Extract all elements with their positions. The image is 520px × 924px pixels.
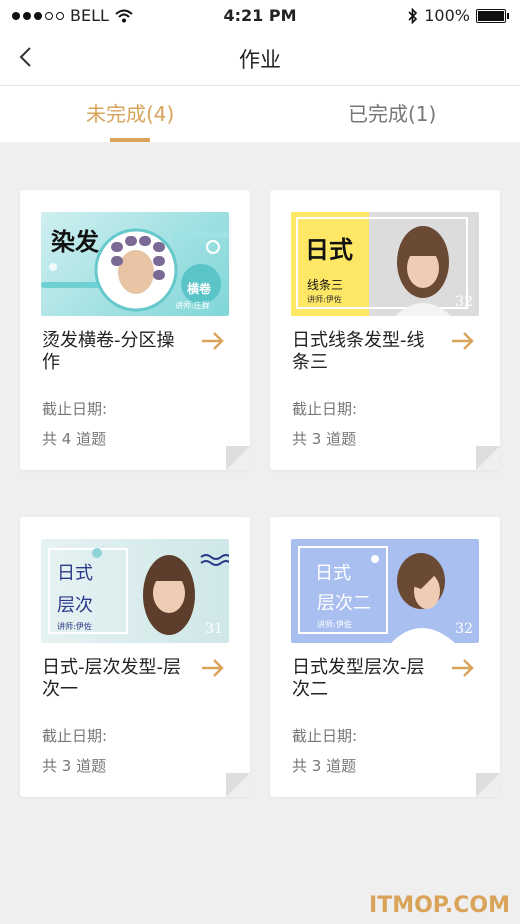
question-count: 共 4 道题 — [42, 430, 107, 448]
thumbnail-subtitle: 层次二 — [317, 593, 371, 614]
thumbnail-teacher: 讲师:庄群 — [175, 301, 210, 310]
homework-card[interactable]: 染发 横卷 讲师:庄群 烫发横卷-分区操作 截止日期: 共 4 道题 — [20, 190, 250, 470]
active-tab-indicator — [110, 138, 150, 142]
page-fold-icon — [476, 446, 500, 470]
battery-percent: 100% — [424, 6, 470, 25]
tab-completed[interactable]: 已完成(1) — [348, 98, 436, 127]
status-right: 100% — [408, 6, 509, 25]
homework-card[interactable]: 日式 层次 讲师:伊佐 31 日式-层次发型-层次一 截止日期: 共 3 道题 — [20, 517, 250, 797]
thumbnail-teacher: 讲师:伊佐 — [307, 295, 342, 304]
card-title: 烫发横卷-分区操作 — [42, 330, 175, 373]
nav-bar: 作业 — [0, 32, 520, 86]
thumbnail-subtitle: 层次 — [57, 595, 93, 616]
thumbnail-teacher: 讲师:伊佐 — [57, 622, 92, 631]
arrow-right-icon[interactable] — [200, 330, 226, 352]
thumbnail-teacher: 讲师:伊佐 — [317, 620, 352, 629]
deadline-label: 截止日期: — [42, 727, 108, 745]
tab-incomplete[interactable]: 未完成(4) — [86, 98, 174, 127]
page-title: 作业 — [239, 48, 281, 72]
arrow-right-icon[interactable] — [450, 657, 476, 679]
card-title: 日式线条发型-线条三 — [292, 330, 425, 373]
thumbnail-number: 32 — [455, 294, 473, 310]
deadline-label: 截止日期: — [292, 400, 358, 418]
thumbnail-number: 32 — [455, 621, 473, 637]
deadline-label: 截止日期: — [42, 400, 108, 418]
thumbnail-title: 日式 — [57, 563, 93, 584]
thumbnail-title: 染发 — [51, 227, 99, 256]
thumbnail-subtitle: 线条三 — [307, 278, 344, 292]
arrow-right-icon[interactable] — [200, 657, 226, 679]
question-count: 共 3 道题 — [292, 430, 357, 448]
question-count: 共 3 道题 — [292, 757, 357, 775]
watermark: ITMOP.COM — [369, 893, 510, 918]
page-fold-icon — [226, 773, 250, 797]
question-count: 共 3 道题 — [42, 757, 107, 775]
status-bar: BELL 4:21 PM 100% — [0, 0, 520, 32]
thumbnail-subtitle: 横卷 — [187, 282, 212, 296]
arrow-right-icon[interactable] — [450, 330, 476, 352]
tab-bar: 未完成(4) 已完成(1) — [0, 86, 520, 142]
homework-card[interactable]: 日式 线条三 讲师:伊佐 32 日式线条发型-线条三 截止日期: 共 3 道题 — [270, 190, 500, 470]
deadline-label: 截止日期: — [292, 727, 358, 745]
course-thumbnail: 染发 横卷 讲师:庄群 — [41, 212, 229, 316]
card-title: 日式-层次发型-层次一 — [42, 657, 181, 700]
card-title: 日式发型层次-层次二 — [292, 657, 425, 700]
page-fold-icon — [476, 773, 500, 797]
course-thumbnail: 日式 层次二 讲师:伊佐 32 — [291, 539, 479, 643]
thumbnail-title: 日式 — [305, 235, 353, 264]
thumbnail-number: 31 — [205, 621, 223, 637]
battery-icon — [476, 8, 509, 23]
course-thumbnail: 日式 层次 讲师:伊佐 31 — [41, 539, 229, 643]
homework-card[interactable]: 日式 层次二 讲师:伊佐 32 日式发型层次-层次二 截止日期: 共 3 道题 — [270, 517, 500, 797]
thumbnail-title: 日式 — [315, 563, 351, 584]
course-thumbnail: 日式 线条三 讲师:伊佐 32 — [291, 212, 479, 316]
page-fold-icon — [226, 446, 250, 470]
bluetooth-icon — [408, 7, 418, 24]
